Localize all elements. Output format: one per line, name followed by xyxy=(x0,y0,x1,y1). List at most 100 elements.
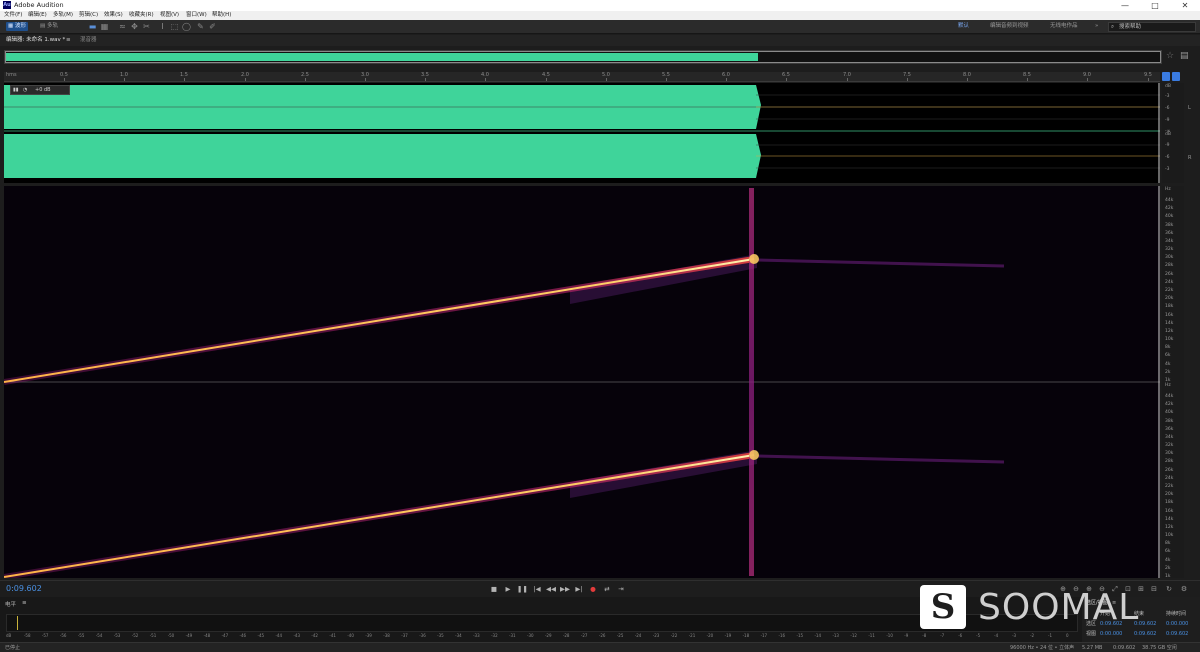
marquee-tool-icon[interactable]: ⬚ xyxy=(170,22,179,31)
frequency-scale-label: 1k xyxy=(1165,378,1171,383)
close-button[interactable]: ✕ xyxy=(1170,0,1200,11)
stop-button[interactable]: ■ xyxy=(489,584,499,594)
frequency-scale-label: 36k xyxy=(1165,426,1174,432)
level-scale-label: -39 xyxy=(365,633,372,638)
menu-clip[interactable]: 剪辑(C) xyxy=(79,11,98,20)
view-duration-field[interactable]: 0:09.602 xyxy=(1166,631,1188,637)
search-icon: ⌕ xyxy=(1111,24,1115,30)
waveform-scale-unit: dB xyxy=(1165,132,1171,137)
level-scale-label: -4 xyxy=(994,633,999,638)
levels-panel-title: 电平 xyxy=(5,602,17,608)
level-scale-label: -21 xyxy=(688,633,696,638)
play-button[interactable]: ▶ xyxy=(503,584,513,594)
menu-multitrack[interactable]: 多轨(M) xyxy=(53,11,73,20)
menu-help[interactable]: 帮助(H) xyxy=(212,11,231,20)
title-bar: Au Adobe Audition — □ ✕ xyxy=(0,0,1200,11)
waveform-view-icon[interactable]: ▬ xyxy=(88,22,97,31)
time-selection-tool-icon[interactable]: I xyxy=(158,22,167,31)
minimize-button[interactable]: — xyxy=(1110,0,1140,11)
rewind-button[interactable]: ◀◀ xyxy=(546,584,556,594)
levels-panel-menu[interactable]: ≡ xyxy=(22,600,27,606)
spectral-view-icon[interactable]: ▦ xyxy=(100,22,109,31)
col-duration-header: 持续时间 xyxy=(1166,611,1187,617)
hud-volume-control[interactable]: ▮▮ ◔ +0 dB xyxy=(10,85,70,95)
zoom-lock-icon[interactable] xyxy=(1172,72,1180,81)
go-to-end-button[interactable]: ▶| xyxy=(574,584,584,594)
record-button[interactable]: ● xyxy=(588,584,598,594)
frequency-scale-label: 30k xyxy=(1165,255,1174,261)
frequency-scale-label: 6k xyxy=(1165,353,1171,359)
brush-tool-icon[interactable]: ✎ xyxy=(196,22,205,31)
menu-window[interactable]: 窗口(W) xyxy=(186,11,207,20)
frequency-scale-label: 28k xyxy=(1165,459,1174,465)
workspace-default-tab[interactable]: 默认 xyxy=(958,22,969,31)
multitrack-mode-button[interactable]: ▤ 多轨 xyxy=(40,22,58,31)
level-scale-label: -32 xyxy=(491,633,498,638)
frequency-scale-label: 40k xyxy=(1165,410,1174,416)
multitrack-mode-label: 多轨 xyxy=(46,23,58,29)
level-scale-label: -19 xyxy=(724,633,732,638)
channel-left-label[interactable]: L xyxy=(1188,105,1191,111)
maximize-button[interactable]: □ xyxy=(1140,0,1170,11)
amplitude-scale-label: -3 xyxy=(1165,167,1170,172)
audition-app-icon: Au xyxy=(3,1,11,9)
favorite-star-icon[interactable]: ☆ xyxy=(1166,51,1174,61)
spot-healing-tool-icon[interactable]: ✐ xyxy=(208,22,217,31)
skip-selection-button[interactable]: ⇥ xyxy=(616,584,626,594)
panel-tab-bar: 编辑器: 未命名 1.wav * ≡ 混音器 xyxy=(0,35,1200,46)
level-scale-label: -54 xyxy=(95,633,103,638)
zoom-vertical-icon[interactable] xyxy=(1162,72,1170,81)
status-duration: 0:09.602 xyxy=(1113,645,1136,651)
hud-volume-value: +0 dB xyxy=(35,87,51,93)
pause-button[interactable]: ❚❚ xyxy=(517,584,528,594)
view-start-field[interactable]: 0:00.000 xyxy=(1100,631,1122,637)
workspace-overflow-button[interactable]: » xyxy=(1095,22,1098,31)
level-scale-label: -51 xyxy=(149,633,157,638)
go-to-start-button[interactable]: |◀ xyxy=(532,584,542,594)
current-time-display[interactable]: 0:09.602 xyxy=(6,584,42,594)
overview-navigator[interactable] xyxy=(4,50,1162,64)
time-ruler[interactable]: hms 0.5 1.0 1.5 2.0 2.5 3.0 3.5 4.0 4.5 5.0 5.5 6.0… xyxy=(4,72,1160,82)
spectral-frequency-display[interactable] xyxy=(4,186,1160,578)
volume-knob-icon[interactable]: ◔ xyxy=(23,86,27,94)
level-scale-label: 0 xyxy=(1066,633,1069,638)
menu-effects[interactable]: 效果(S) xyxy=(104,11,123,20)
pitch-display-icon[interactable]: ≈ xyxy=(118,22,127,31)
level-scale-label: -34 xyxy=(455,633,462,638)
zoom-settings-icon[interactable]: ⚙ xyxy=(1179,584,1189,594)
lasso-tool-icon[interactable]: ◯ xyxy=(182,22,191,31)
menu-edit[interactable]: 编辑(E) xyxy=(28,11,47,20)
frequency-scale-label: 44k xyxy=(1165,198,1174,203)
workspace-edit-audio-video-tab[interactable]: 编辑音频到视频 xyxy=(990,22,1029,31)
tab-editor[interactable]: 编辑器: 未命名 1.wav * xyxy=(6,36,65,45)
workspace-radio-tab[interactable]: 无线电作品 xyxy=(1050,22,1078,31)
level-scale-label: -38 xyxy=(383,633,390,638)
frequency-scale-label: 14k xyxy=(1165,516,1174,522)
level-peak-marker xyxy=(17,616,18,630)
level-scale-label: -52 xyxy=(131,633,139,638)
waveform-amplitude-scale: -3 -6 -9 -∞ -9 -6 -3 dB dB L R xyxy=(1162,83,1191,183)
level-scale-label: -17 xyxy=(760,633,768,638)
waveform-display[interactable]: ▮▮ ◔ +0 dB xyxy=(4,83,1160,183)
tab-mixer[interactable]: 混音器 xyxy=(80,36,97,45)
search-help-field[interactable]: ⌕ 搜索帮助 xyxy=(1108,22,1196,32)
panel-options-icon[interactable]: ▤ xyxy=(1180,51,1189,61)
tab-editor-menu[interactable]: ≡ xyxy=(66,36,71,45)
zoom-out-point-icon[interactable]: ⊟ xyxy=(1149,584,1159,594)
menu-favorites[interactable]: 收藏夹(R) xyxy=(129,11,154,20)
menu-file[interactable]: 文件(F) xyxy=(4,11,22,20)
loop-playback-button[interactable]: ⇄ xyxy=(602,584,612,594)
razor-tool-icon[interactable]: ✂ xyxy=(142,22,151,31)
selection-duration-field[interactable]: 0:00.000 xyxy=(1166,621,1188,627)
channel-right-label[interactable]: R xyxy=(1188,155,1191,161)
level-scale-label: -5 xyxy=(976,633,981,638)
zoom-reset-icon[interactable]: ↻ xyxy=(1164,584,1174,594)
fast-forward-button[interactable]: ▶▶ xyxy=(560,584,570,594)
overview-view-range[interactable] xyxy=(5,51,1161,63)
level-scale-label: -8 xyxy=(922,633,927,638)
ruler-tick-mark xyxy=(425,78,426,81)
move-tool-icon[interactable]: ✥ xyxy=(130,22,139,31)
waveform-mode-button[interactable]: ▦ 波形 xyxy=(6,22,28,31)
menu-view[interactable]: 视图(V) xyxy=(160,11,179,20)
view-end-field[interactable]: 0:09.602 xyxy=(1134,631,1156,637)
